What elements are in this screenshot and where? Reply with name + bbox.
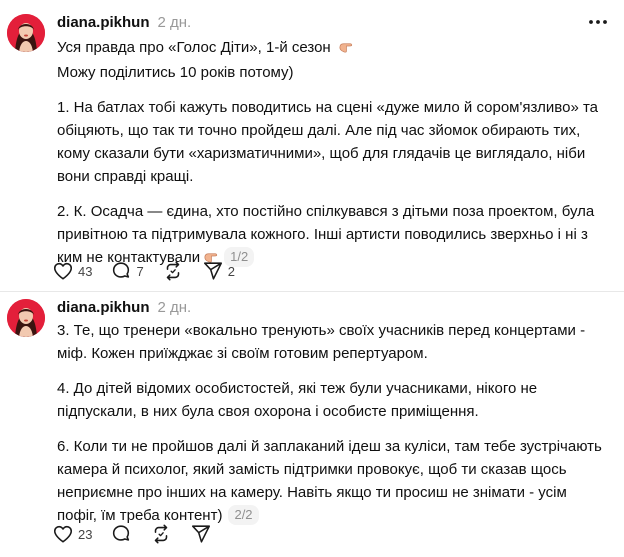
comment-icon xyxy=(113,262,130,278)
repost-button[interactable] xyxy=(162,259,184,283)
post-header: diana.pikhun 2 дн. xyxy=(57,297,191,317)
username[interactable]: diana.pikhun xyxy=(57,299,150,316)
post-text: 3. Те, що тренери «вокально тренують» св… xyxy=(57,319,602,527)
thread-post: diana.pikhun 2 дн. Уся правда про «Голос… xyxy=(0,0,624,292)
post-title-line: Уся правда про «Голос Діти», 1-й сезон xyxy=(57,39,331,56)
username[interactable]: diana.pikhun xyxy=(57,14,150,31)
post-paragraph: 3. Те, що тренери «вокально тренують» св… xyxy=(57,322,586,362)
pointing-hand-emoji xyxy=(338,38,353,61)
post-subtitle-line: Можу поділитись 10 років потому) xyxy=(57,64,294,81)
repost-button[interactable] xyxy=(150,522,172,546)
repost-icon xyxy=(155,524,168,544)
send-icon xyxy=(203,262,222,280)
post-text: Уся правда про «Голос Діти», 1-й сезон М… xyxy=(57,36,602,271)
post-paragraph: 2. К. Осадча — єдина, хто постійно спілк… xyxy=(57,203,595,266)
reply-button[interactable] xyxy=(110,522,132,546)
post-paragraph: 4. До дітей відомих особистостей, які те… xyxy=(57,380,538,420)
more-horizontal-icon xyxy=(589,20,607,24)
like-button[interactable]: 23 xyxy=(52,522,92,546)
like-count: 23 xyxy=(78,526,93,542)
timestamp[interactable]: 2 дн. xyxy=(158,14,192,31)
share-button[interactable] xyxy=(190,522,212,546)
heart-icon xyxy=(53,525,73,543)
post-paragraph: 6. Коли ти не пройшов далі й заплаканий … xyxy=(57,438,602,524)
comment-icon xyxy=(113,525,130,541)
avatar[interactable] xyxy=(7,14,45,52)
action-bar: 43 7 2 xyxy=(52,259,253,283)
send-icon xyxy=(192,525,211,543)
repost-icon xyxy=(166,261,179,281)
post-header: diana.pikhun 2 дн. xyxy=(57,12,191,32)
timestamp[interactable]: 2 дн. xyxy=(158,299,192,316)
like-count: 43 xyxy=(78,263,93,279)
share-button[interactable]: 2 xyxy=(202,259,235,283)
more-options-button[interactable] xyxy=(586,12,610,32)
heart-icon xyxy=(53,262,73,280)
thread-post: diana.pikhun 2 дн. 3. Те, що тренери «во… xyxy=(0,292,624,557)
post-paragraph: 1. На батлах тобі кажуть поводитись на с… xyxy=(57,99,598,185)
like-button[interactable]: 43 xyxy=(52,259,92,283)
action-bar: 23 xyxy=(52,522,230,546)
share-count: 2 xyxy=(227,263,235,279)
avatar[interactable] xyxy=(7,299,45,337)
reply-count: 7 xyxy=(136,263,144,279)
page-indicator: 2/2 xyxy=(228,505,259,525)
reply-button[interactable]: 7 xyxy=(110,259,144,283)
